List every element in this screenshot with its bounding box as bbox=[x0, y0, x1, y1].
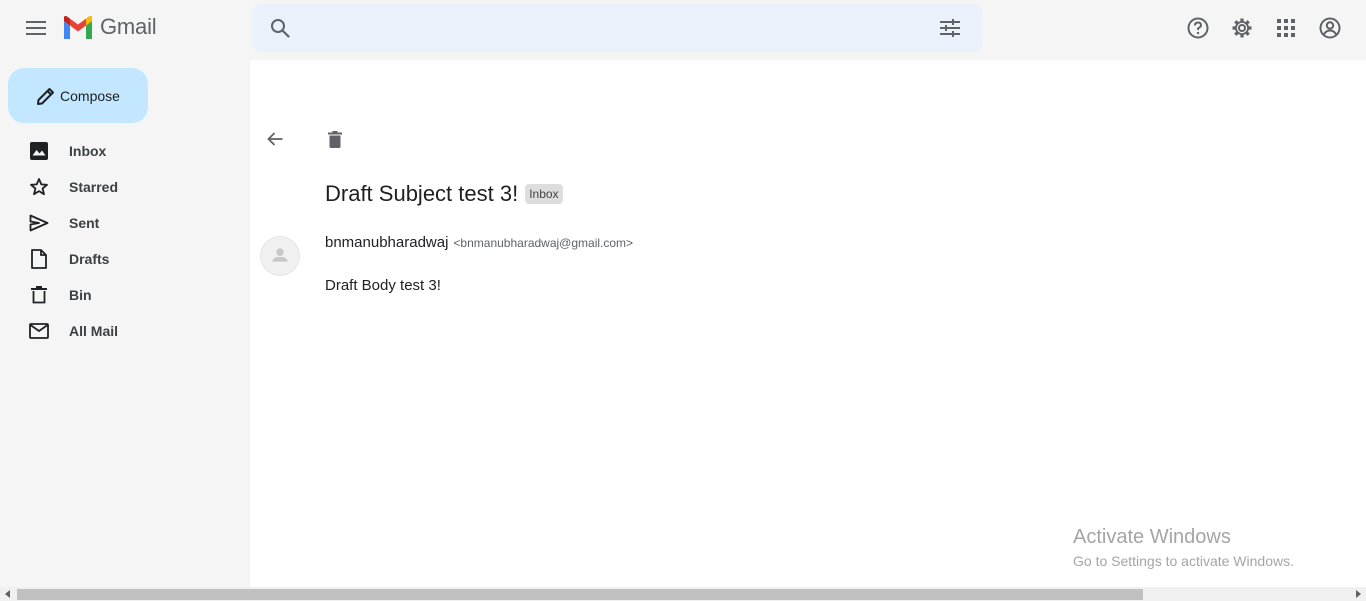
sender-row: bnmanubharadwaj <bnmanubharadwaj@gmail.c… bbox=[325, 234, 633, 251]
help-button[interactable] bbox=[1182, 12, 1214, 44]
person-icon bbox=[272, 248, 288, 262]
sidebar-item-label: Inbox bbox=[69, 143, 107, 159]
message-view: Draft Subject test 3! Inbox bnmanubharad… bbox=[250, 60, 1366, 587]
sidebar-item-starred[interactable]: Starred bbox=[0, 169, 250, 205]
sidebar-item-label: All Mail bbox=[69, 323, 119, 339]
help-icon bbox=[1187, 17, 1209, 39]
sender-name: bnmanubharadwaj bbox=[325, 234, 449, 251]
sidebar-item-label: Sent bbox=[69, 215, 100, 231]
tune-icon bbox=[940, 19, 960, 37]
sidebar-item-label: Starred bbox=[69, 179, 119, 195]
sidebar-item-drafts[interactable]: Drafts bbox=[0, 241, 250, 277]
main-menu-button[interactable] bbox=[16, 8, 56, 48]
send-icon bbox=[29, 214, 49, 232]
account-icon bbox=[1319, 17, 1341, 39]
sidebar-item-label: Bin bbox=[69, 287, 92, 303]
horizontal-scrollbar[interactable] bbox=[0, 587, 1366, 601]
sender-avatar bbox=[260, 236, 300, 276]
star-icon bbox=[30, 178, 48, 196]
sidebar-nav: Inbox Starred Sent Drafts Bin All Mail bbox=[0, 133, 250, 349]
gmail-logo-icon bbox=[64, 16, 92, 39]
search-options-button[interactable] bbox=[936, 14, 964, 42]
google-apps-button[interactable] bbox=[1270, 12, 1302, 44]
message-body: Draft Body test 3! bbox=[325, 277, 441, 294]
search-button[interactable] bbox=[266, 14, 294, 42]
scrollbar-thumb[interactable] bbox=[17, 589, 1143, 600]
top-header: Gmail bbox=[0, 0, 1366, 60]
scroll-right-arrow-icon[interactable] bbox=[1356, 590, 1361, 598]
delete-icon bbox=[328, 130, 342, 148]
bin-icon bbox=[31, 286, 47, 304]
settings-button[interactable] bbox=[1226, 12, 1258, 44]
gmail-logo-link[interactable]: Gmail bbox=[62, 14, 157, 40]
delete-button[interactable] bbox=[322, 126, 348, 152]
scroll-left-arrow-icon[interactable] bbox=[5, 590, 10, 598]
search-input[interactable] bbox=[308, 12, 908, 44]
message-subject: Draft Subject test 3! bbox=[325, 181, 519, 206]
apps-icon bbox=[1277, 19, 1295, 37]
sidebar-item-bin[interactable]: Bin bbox=[0, 277, 250, 313]
account-button[interactable] bbox=[1314, 12, 1346, 44]
gmail-app: Gmail Compose Inbox Starred Sent Drafts … bbox=[0, 0, 1366, 601]
inbox-label-chip[interactable]: Inbox bbox=[525, 184, 563, 204]
app-name: Gmail bbox=[100, 14, 157, 39]
sidebar-item-inbox[interactable]: Inbox bbox=[0, 133, 250, 169]
settings-icon bbox=[1232, 18, 1252, 38]
subject-row: Draft Subject test 3! Inbox bbox=[325, 181, 563, 207]
activate-windows-watermark: Activate Windows Go to Settings to activ… bbox=[1073, 526, 1294, 569]
pencil-icon bbox=[37, 87, 55, 105]
sidebar-item-sent[interactable]: Sent bbox=[0, 205, 250, 241]
inbox-icon bbox=[30, 142, 48, 160]
search-icon bbox=[271, 19, 290, 38]
mail-icon bbox=[29, 323, 49, 339]
sender-email: <bnmanubharadwaj@gmail.com> bbox=[453, 236, 634, 250]
back-button[interactable] bbox=[262, 126, 288, 152]
draft-icon bbox=[31, 249, 47, 269]
sidebar-item-all-mail[interactable]: All Mail bbox=[0, 313, 250, 349]
compose-label: Compose bbox=[60, 87, 120, 104]
sidebar: Compose Inbox Starred Sent Drafts Bin Al… bbox=[0, 60, 250, 601]
watermark-subtitle: Go to Settings to activate Windows. bbox=[1073, 553, 1294, 569]
menu-icon bbox=[26, 21, 46, 35]
arrow-back-icon bbox=[267, 132, 283, 146]
sidebar-item-label: Drafts bbox=[69, 251, 110, 267]
watermark-title: Activate Windows bbox=[1073, 526, 1231, 548]
search-bar bbox=[252, 4, 982, 52]
compose-button[interactable]: Compose bbox=[8, 68, 148, 123]
